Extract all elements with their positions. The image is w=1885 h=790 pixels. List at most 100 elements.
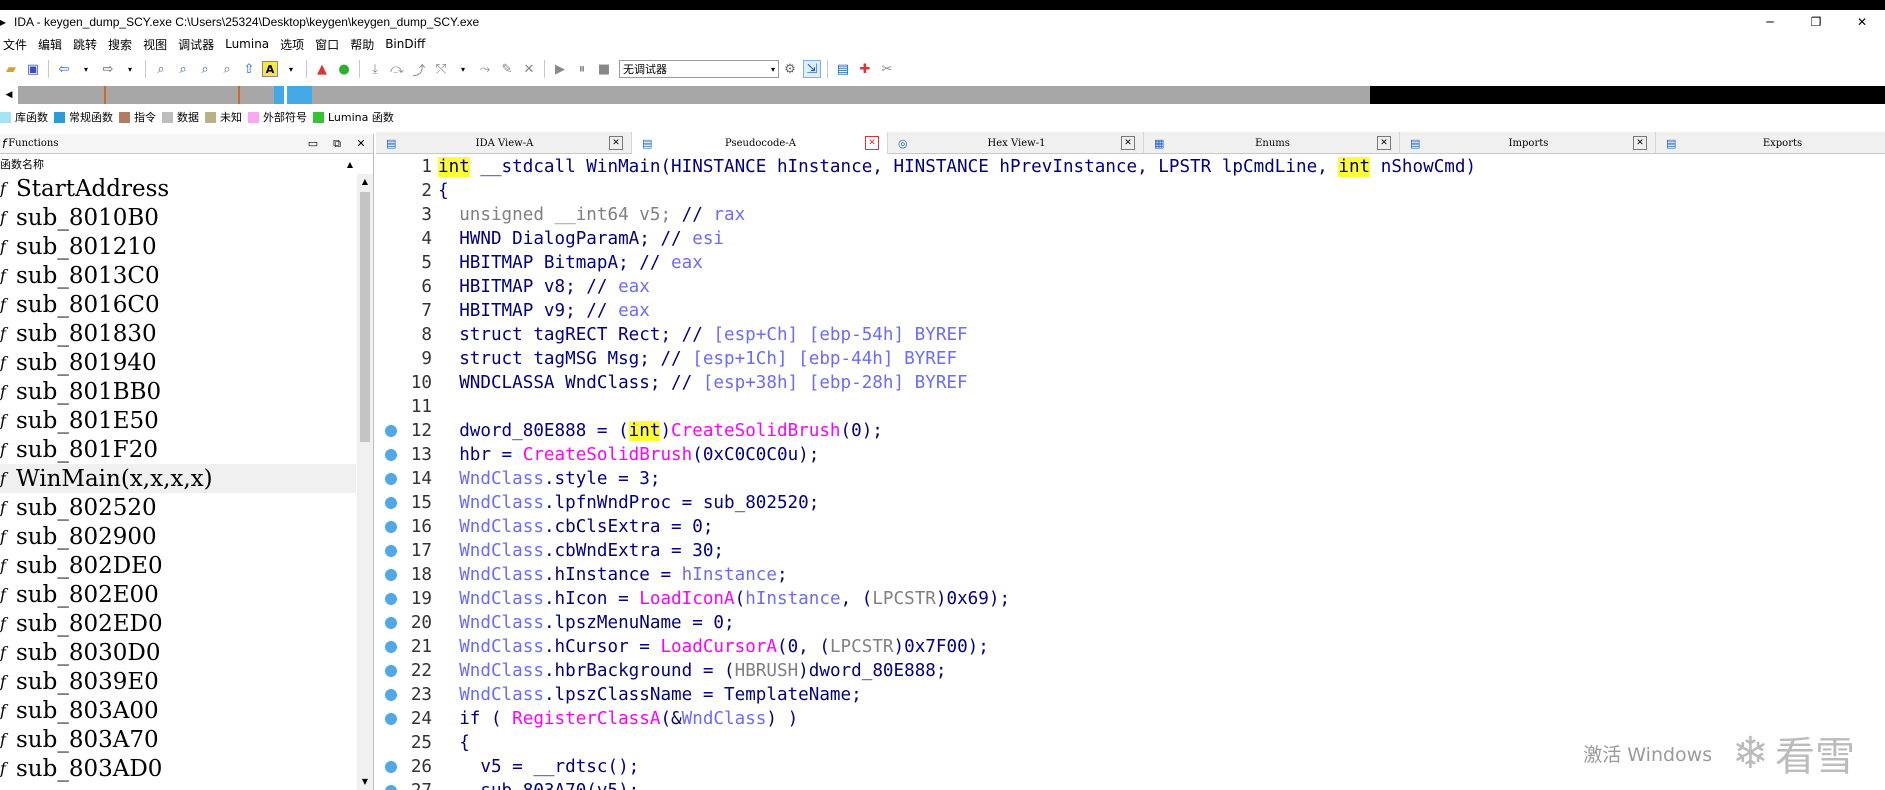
pause-icon[interactable]: ⏸	[573, 60, 591, 78]
menu-file[interactable]: 文件	[3, 36, 35, 53]
function-item[interactable]: f sub_801F20	[0, 435, 356, 464]
code-line[interactable]: 18 WndClass.hInstance = hInstance;	[378, 563, 1885, 587]
function-item[interactable]: f sub_803AD0	[0, 754, 356, 783]
function-item[interactable]: f sub_803A00	[0, 696, 356, 725]
function-item[interactable]: f sub_8013C0	[0, 261, 356, 290]
code-line[interactable]: 23 WndClass.lpszClassName = TemplateName…	[378, 683, 1885, 707]
panel-maximize-icon[interactable]: ▭	[301, 137, 325, 151]
delete-breakpoint-icon[interactable]: ✂	[878, 60, 896, 78]
edit-icon[interactable]: ✎	[498, 60, 516, 78]
function-item[interactable]: f sub_802ED0	[0, 609, 356, 638]
add-breakpoint-icon[interactable]: ✚	[856, 60, 874, 78]
tab-close-icon[interactable]: ✕	[1121, 136, 1135, 150]
stop-icon[interactable]: ■	[595, 60, 613, 78]
code-line[interactable]: 19 WndClass.hIcon = LoadIconA(hInstance,…	[378, 587, 1885, 611]
function-item[interactable]: f sub_802900	[0, 522, 356, 551]
tab-close-icon[interactable]: ✕	[1377, 136, 1391, 150]
debugger-options-icon[interactable]: ⚙	[781, 60, 799, 78]
menu-bindiff[interactable]: BinDiff	[385, 37, 433, 51]
code-line[interactable]: 21 WndClass.hCursor = LoadCursorA(0, (LP…	[378, 635, 1885, 659]
code-line[interactable]: 7 HBITMAP v9; // eax	[378, 299, 1885, 323]
function-item[interactable]: f sub_8016C0	[0, 290, 356, 319]
navigation-band[interactable]: ◀	[0, 86, 1885, 104]
search-immediate-icon[interactable]: ⌕	[196, 60, 214, 78]
code-line[interactable]: 3 unsigned __int64 v5; // rax	[378, 203, 1885, 227]
tab-close-icon[interactable]: ✕	[609, 136, 623, 150]
breakpoint-list-icon[interactable]: ▤	[834, 60, 852, 78]
menu-view[interactable]: 视图	[143, 36, 175, 53]
close-window-button[interactable]: ✕	[1839, 10, 1885, 34]
minimize-button[interactable]: ─	[1747, 10, 1793, 34]
tab-pseudocode-a[interactable]: ▤ Pseudocode-A ✕	[632, 132, 888, 154]
dropdown-icon[interactable]: ▾	[454, 60, 472, 78]
code-line[interactable]: 13 hbr = CreateSolidBrush(0xC0C0C0u);	[378, 443, 1885, 467]
menu-help[interactable]: 帮助	[350, 36, 382, 53]
run-to-icon[interactable]: ⤴	[410, 60, 428, 79]
code-line[interactable]: 22 WndClass.hbrBackground = (HBRUSH)dwor…	[378, 659, 1885, 683]
terminate-icon[interactable]: ✕	[520, 60, 538, 78]
function-item[interactable]: f sub_802E00	[0, 580, 356, 609]
function-item[interactable]: f sub_801210	[0, 232, 356, 261]
play-icon[interactable]: ▶	[551, 60, 569, 78]
nav-left-arrow-icon[interactable]: ◀	[0, 86, 18, 104]
green-circle-icon[interactable]: ●	[335, 60, 353, 78]
function-name-column-header[interactable]: 函数名称 ▲	[0, 154, 373, 174]
panel-float-icon[interactable]: ⧉	[325, 137, 349, 151]
function-item[interactable]: f sub_801940	[0, 348, 356, 377]
navigation-strip[interactable]	[18, 86, 1370, 104]
tab-enums[interactable]: ▦ Enums ✕	[1144, 132, 1400, 154]
menu-windows[interactable]: 窗口	[315, 36, 347, 53]
function-item[interactable]: f sub_8030D0	[0, 638, 356, 667]
code-line[interactable]: 10 WNDCLASSA WndClass; // [esp+38h] [ebp…	[378, 371, 1885, 395]
dropdown-icon[interactable]: ▾	[77, 60, 95, 78]
menu-options[interactable]: 选项	[280, 36, 312, 53]
menu-lumina[interactable]: Lumina	[225, 37, 277, 51]
code-line[interactable]: 15 WndClass.lpfnWndProc = sub_802520;	[378, 491, 1885, 515]
tab-close-icon[interactable]: ✕	[1633, 136, 1647, 150]
code-line[interactable]: 2{	[378, 179, 1885, 203]
function-item[interactable]: f StartAddress	[0, 174, 356, 203]
code-line[interactable]: 20 WndClass.lpszMenuName = 0;	[378, 611, 1885, 635]
function-item[interactable]: f sub_8010B0	[0, 203, 356, 232]
code-line[interactable]: 8 struct tagRECT Rect; // [esp+Ch] [ebp-…	[378, 323, 1885, 347]
search-text-icon[interactable]: ⌕	[174, 60, 192, 78]
scroll-up-icon[interactable]: ▲	[357, 174, 373, 190]
step-out-icon[interactable]: ⤲	[432, 60, 450, 78]
function-item[interactable]: f sub_801E50	[0, 406, 356, 435]
forward-arrow-icon[interactable]: ⇨	[99, 60, 117, 78]
dropdown-icon[interactable]: ▾	[282, 60, 300, 78]
step-into-icon[interactable]: ⤓	[366, 60, 384, 78]
tab-ida-view-a[interactable]: ▤ IDA View-A ✕	[376, 132, 632, 154]
code-line[interactable]: 4 HWND DialogParamA; // esi	[378, 227, 1885, 251]
scroll-down-icon[interactable]: ▼	[357, 774, 373, 790]
function-item-selected[interactable]: f WinMain(x,x,x,x)	[0, 464, 356, 493]
tab-hex-view-1[interactable]: ◎ Hex View-1 ✕	[888, 132, 1144, 154]
dropdown-icon[interactable]: ▾	[121, 60, 139, 78]
function-item[interactable]: f sub_803A70	[0, 725, 356, 754]
open-folder-icon[interactable]: ▰	[2, 60, 20, 78]
menu-search[interactable]: 搜索	[108, 36, 140, 53]
text-color-icon[interactable]: A	[262, 61, 278, 77]
restore-button[interactable]: ❐	[1793, 10, 1839, 34]
function-item[interactable]: f sub_802520	[0, 493, 356, 522]
function-item[interactable]: f sub_802DE0	[0, 551, 356, 580]
function-item[interactable]: f sub_801BB0	[0, 377, 356, 406]
menu-edit[interactable]: 编辑	[38, 36, 70, 53]
back-arrow-icon[interactable]: ⇦	[55, 60, 73, 78]
code-line[interactable]: 17 WndClass.cbWndExtra = 30;	[378, 539, 1885, 563]
panel-close-icon[interactable]: ✕	[349, 137, 373, 151]
code-line[interactable]: 1 int __stdcall WinMain(HINSTANCE hInstan…	[378, 155, 1885, 179]
code-line[interactable]: 12 dword_80E888 = (int)CreateSolidBrush(…	[378, 419, 1885, 443]
code-line[interactable]: 16 WndClass.cbClsExtra = 0;	[378, 515, 1885, 539]
debugger-select[interactable]: 无调试器 ▾	[619, 60, 779, 78]
function-item[interactable]: f sub_8039E0	[0, 667, 356, 696]
save-icon[interactable]: ▣	[24, 60, 42, 78]
tab-imports[interactable]: ▤ Imports ✕	[1400, 132, 1656, 154]
menu-debugger[interactable]: 调试器	[178, 36, 222, 53]
search-binoculars-icon[interactable]: ⌕	[152, 60, 170, 78]
code-line[interactable]: 5 HBITMAP BitmapA; // eax	[378, 251, 1885, 275]
scrollbar-thumb[interactable]	[360, 192, 370, 442]
code-line[interactable]: 9 struct tagMSG Msg; // [esp+1Ch] [ebp-4…	[378, 347, 1885, 371]
graph-red-icon[interactable]: ▲	[313, 60, 331, 78]
tab-close-icon[interactable]: ✕	[865, 136, 879, 150]
